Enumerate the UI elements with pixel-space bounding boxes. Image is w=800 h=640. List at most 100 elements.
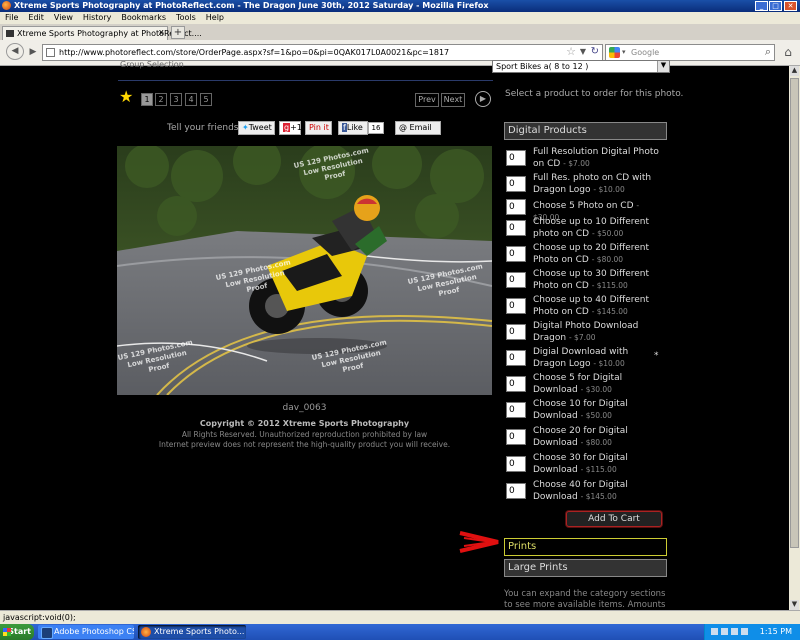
tab-close-icon[interactable]: x <box>159 28 164 38</box>
section-prints[interactable]: Prints <box>504 538 667 556</box>
quantity-input[interactable]: 0 <box>506 272 526 288</box>
like-count: 16 <box>368 122 384 134</box>
task-photoshop[interactable]: Adobe Photoshop CS5.1 ... <box>38 625 134 639</box>
network-icon[interactable] <box>711 628 718 635</box>
product-label: Full Res. photo on CD with Dragon Logo -… <box>533 173 652 195</box>
product-label: Digial Download with Dragon Logo - $10.0… <box>533 347 629 369</box>
tweet-label: Tweet <box>248 123 272 132</box>
red-arrow-icon <box>459 531 499 553</box>
update-icon[interactable] <box>741 628 748 635</box>
divider <box>118 80 493 81</box>
expand-hint-text: You can expand the category sections to … <box>504 589 666 610</box>
page-button-1[interactable]: 1 <box>141 93 153 106</box>
bookmark-star-icon[interactable]: ☆ <box>566 45 576 58</box>
menu-tools[interactable]: Tools <box>171 12 201 23</box>
windows-logo-icon <box>3 628 11 636</box>
quantity-input[interactable]: 0 <box>506 324 526 340</box>
gplus-button[interactable]: g+1 <box>279 121 302 135</box>
firefox-icon <box>2 1 11 10</box>
forward-icon[interactable]: ▶ <box>25 45 41 60</box>
search-magnifier-icon[interactable]: ⌕ <box>765 45 771 59</box>
reload-icon[interactable]: ↻ <box>591 46 599 57</box>
quantity-input[interactable]: 0 <box>506 176 526 192</box>
product-label: Choose 10 for Digital Download - $50.00 <box>533 399 628 421</box>
quantity-input[interactable]: 0 <box>506 298 526 314</box>
close-window-button[interactable]: ✕ <box>784 1 797 11</box>
page-button-3[interactable]: 3 <box>170 93 182 106</box>
quantity-input[interactable]: 0 <box>506 199 526 215</box>
like-label: Like <box>346 123 363 132</box>
task-firefox[interactable]: Xtreme Sports Photo... <box>138 625 246 639</box>
quantity-input[interactable]: 0 <box>506 456 526 472</box>
preview-disclaimer: Internet preview does not represent the … <box>158 440 451 449</box>
product-label: Full Resolution Digital Photo on CD - $7… <box>533 147 659 169</box>
quantity-input[interactable]: 0 <box>506 429 526 445</box>
url-text[interactable]: http://www.photoreflect.com/store/OrderP… <box>59 48 449 57</box>
quantity-input[interactable]: 0 <box>506 483 526 499</box>
product-label: Choose 5 for Digital Download - $30.00 <box>533 373 623 395</box>
system-tray: 1:15 PM <box>704 624 800 640</box>
email-button[interactable]: @ Email <box>395 121 441 135</box>
menu-bookmarks[interactable]: Bookmarks <box>116 12 171 23</box>
group-selection-label: Group Selection <box>120 60 184 69</box>
favorite-star-icon[interactable]: ★ <box>119 89 133 105</box>
window-title: Xtreme Sports Photography at PhotoReflec… <box>14 1 489 10</box>
photo-caption: dav_0063 <box>282 403 327 413</box>
security-icon[interactable] <box>731 628 738 635</box>
quantity-input[interactable]: 0 <box>506 350 526 366</box>
new-tab-button[interactable]: + <box>171 26 185 39</box>
scroll-down-icon[interactable]: ▼ <box>790 600 799 610</box>
product-label: Choose up to 10 Different photo on CD - … <box>533 217 650 239</box>
pinit-button[interactable]: Pin it <box>305 121 332 135</box>
category-select-value: Sport Bikes a( 8 to 12 ) <box>496 62 589 71</box>
product-label: Digital Photo Download Dragon - $7.00 <box>533 321 639 343</box>
site-identity-icon[interactable] <box>46 48 55 57</box>
url-bar[interactable]: http://www.photoreflect.com/store/OrderP… <box>42 44 603 61</box>
home-icon[interactable]: ⌂ <box>780 45 796 60</box>
quantity-input[interactable]: 0 <box>506 246 526 262</box>
add-to-cart-button[interactable]: Add To Cart <box>566 511 662 527</box>
google-engine-icon[interactable] <box>609 47 620 58</box>
minimize-button[interactable]: _ <box>755 1 768 11</box>
page-button-2[interactable]: 2 <box>155 93 167 106</box>
quantity-input[interactable]: 0 <box>506 402 526 418</box>
url-history-dropdown-icon[interactable]: ▼ <box>580 47 586 56</box>
status-bar: javascript:void(0); <box>0 610 800 625</box>
product-label: Choose 40 for Digital Download - $145.00 <box>533 480 628 502</box>
slideshow-play-icon[interactable]: ▶ <box>475 91 491 107</box>
category-select[interactable]: Sport Bikes a( 8 to 12 ) ▼ <box>492 60 670 73</box>
page-button-5[interactable]: 5 <box>200 93 212 106</box>
quantity-input[interactable]: 0 <box>506 150 526 166</box>
product-photo[interactable]: US 129 Photos.com Low Resolution Proof US … <box>117 146 492 395</box>
scroll-up-icon[interactable]: ▲ <box>790 66 799 76</box>
menu-help[interactable]: Help <box>201 12 229 23</box>
vertical-scrollbar[interactable]: ▲ ▼ <box>789 66 800 610</box>
facebook-like-button[interactable]: fLike <box>338 121 368 135</box>
page-button-4[interactable]: 4 <box>185 93 197 106</box>
menu-history[interactable]: History <box>78 12 116 23</box>
menu-edit[interactable]: Edit <box>23 12 49 23</box>
menu-view[interactable]: View <box>49 12 78 23</box>
chevron-down-icon[interactable]: ▼ <box>657 61 669 72</box>
section-digital-products[interactable]: Digital Products <box>504 122 667 140</box>
maximize-button[interactable]: □ <box>769 1 782 11</box>
menu-file[interactable]: File <box>0 12 23 23</box>
search-box[interactable]: ▾ Google ⌕ <box>605 44 775 61</box>
quantity-input[interactable]: 0 <box>506 220 526 236</box>
section-large-prints[interactable]: Large Prints <box>504 559 667 577</box>
start-button[interactable]: Start <box>0 624 34 640</box>
search-placeholder[interactable]: Google <box>631 48 659 57</box>
next-button[interactable]: Next <box>441 93 465 107</box>
back-icon[interactable]: ◀ <box>6 43 24 60</box>
tab-photoreflect[interactable]: Xtreme Sports Photography at PhotoReflec… <box>2 26 202 40</box>
photoshop-icon <box>41 627 53 639</box>
quantity-input[interactable]: 0 <box>506 376 526 392</box>
tweet-button[interactable]: ✦Tweet <box>238 121 275 135</box>
engine-dropdown-icon[interactable]: ▾ <box>622 48 626 56</box>
scroll-thumb[interactable] <box>790 78 799 548</box>
clock[interactable]: 1:15 PM <box>760 627 792 636</box>
tab-bar: Xtreme Sports Photography at PhotoReflec… <box>0 24 800 40</box>
volume-icon[interactable] <box>721 628 728 635</box>
start-label: Start <box>8 627 31 636</box>
prev-button[interactable]: Prev <box>415 93 439 107</box>
